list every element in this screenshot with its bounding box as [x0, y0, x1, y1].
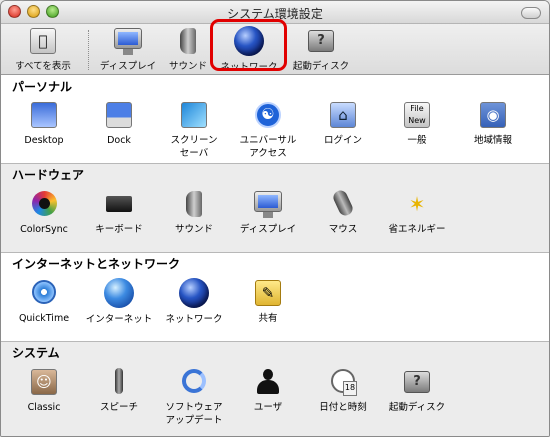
- toolbar-startup-disk[interactable]: ? 起動ディスク: [288, 25, 354, 72]
- toolbar-show-all-label: すべてを表示: [15, 61, 71, 72]
- pane-colorsync-label: ColorSync: [20, 224, 68, 235]
- sharing-folder-icon: ✎: [252, 277, 284, 309]
- pane-desktop-label: Desktop: [24, 135, 64, 146]
- pane-international-label: 地域情報: [473, 135, 512, 146]
- section-personal: パーソナル Desktop Dock スクリーンセーバ ☯ ユニバーサルアクセス…: [1, 75, 549, 163]
- pane-sound[interactable]: サウンド: [157, 188, 231, 236]
- toolbar-toggle-button[interactable]: [521, 7, 541, 19]
- pane-login-label: ログイン: [323, 135, 362, 146]
- pane-classic[interactable]: ☺ Classic: [7, 366, 81, 414]
- toolbar-sound[interactable]: サウンド: [163, 25, 213, 72]
- pane-general-label: 一般: [407, 135, 427, 146]
- section-title-hardware: ハードウェア: [12, 168, 85, 182]
- pane-software-update-label: ソフトウェアアップデート: [165, 402, 223, 426]
- date-time-icon: 18: [327, 366, 359, 398]
- pane-universal-access-label: ユニバーサルアクセス: [239, 135, 297, 159]
- toolbar-display-label: ディスプレイ: [99, 61, 157, 72]
- pane-internet[interactable]: インターネット: [82, 277, 156, 326]
- pane-startup-disk-label: 起動ディスク: [388, 402, 446, 413]
- section-hardware: ハードウェア ColorSync キーボード サウンド ディスプレイ マウス ✶…: [1, 163, 549, 252]
- pane-display[interactable]: ディスプレイ: [231, 188, 305, 236]
- display-icon: [252, 188, 284, 220]
- network-highlight-box: [210, 19, 287, 71]
- internet-globe-icon: [103, 278, 135, 310]
- pane-users-label: ユーザ: [253, 402, 283, 413]
- pane-screensaver-label: スクリーンセーバ: [170, 135, 218, 159]
- pane-network-label: ネットワーク: [165, 314, 223, 325]
- dock-icon: [103, 99, 135, 131]
- pane-dock[interactable]: Dock: [82, 99, 156, 147]
- startup-disk-icon: ?: [401, 366, 433, 398]
- preferences-content: パーソナル Desktop Dock スクリーンセーバ ☯ ユニバーサルアクセス…: [1, 75, 549, 436]
- desktop-icon: [28, 99, 60, 131]
- pane-desktop[interactable]: Desktop: [7, 99, 81, 147]
- toolbar-show-all[interactable]:  すべてを表示: [5, 25, 81, 72]
- pane-network[interactable]: ネットワーク: [157, 277, 231, 326]
- pane-keyboard[interactable]: キーボード: [82, 188, 156, 236]
- speech-mic-icon: [103, 366, 135, 398]
- pane-startup-disk[interactable]: ? 起動ディスク: [380, 366, 454, 414]
- section-title-internet-network: インターネットとネットワーク: [12, 257, 181, 271]
- pane-sharing[interactable]: ✎ 共有: [231, 277, 305, 325]
- section-title-personal: パーソナル: [12, 80, 73, 94]
- pane-speech[interactable]: スピーチ: [82, 366, 156, 414]
- pane-general[interactable]: File New 一般: [380, 99, 454, 147]
- toolbar-display[interactable]: ディスプレイ: [95, 25, 161, 72]
- network-globe-icon: [178, 278, 210, 310]
- pane-internet-label: インターネット: [85, 314, 153, 325]
- pane-sharing-label: 共有: [258, 313, 278, 324]
- pane-login[interactable]: ⌂ ログイン: [306, 99, 380, 147]
- pane-date-time-label: 日付と時刻: [319, 402, 367, 413]
- pane-dock-label: Dock: [107, 135, 131, 146]
- software-update-icon: [178, 366, 210, 398]
- pane-display-label: ディスプレイ: [239, 224, 297, 235]
- toolbar-startup-disk-label: 起動ディスク: [292, 61, 350, 72]
- pane-screensaver[interactable]: スクリーンセーバ: [157, 99, 231, 160]
- pane-international[interactable]: ◉ 地域情報: [456, 99, 530, 147]
- startup-disk-icon: ?: [305, 25, 337, 57]
- show-all-icon: : [27, 25, 59, 57]
- toolbar-separator: [88, 30, 89, 70]
- section-system: システム ☺ Classic スピーチ ソフトウェアアップデート ユーザ 18 …: [1, 341, 549, 436]
- pane-classic-label: Classic: [27, 402, 61, 413]
- pane-colorsync[interactable]: ColorSync: [7, 188, 81, 236]
- pane-speech-label: スピーチ: [99, 402, 138, 413]
- section-title-system: システム: [12, 346, 60, 360]
- energy-bulb-icon: ✶: [408, 192, 426, 216]
- pane-software-update[interactable]: ソフトウェアアップデート: [157, 366, 231, 427]
- pane-sound-label: サウンド: [174, 224, 213, 235]
- pane-mouse[interactable]: マウス: [306, 188, 380, 236]
- login-house-icon: ⌂: [327, 99, 359, 131]
- display-icon: [112, 25, 144, 57]
- pane-quicktime[interactable]: QuickTime: [7, 277, 81, 325]
- pane-keyboard-label: キーボード: [95, 224, 143, 235]
- classic-icon: ☺: [28, 366, 60, 398]
- screensaver-icon: [178, 99, 210, 131]
- pane-users[interactable]: ユーザ: [231, 366, 305, 414]
- international-flag-icon: ◉: [477, 99, 509, 131]
- colorsync-icon: [28, 188, 60, 220]
- pane-quicktime-label: QuickTime: [18, 313, 70, 324]
- sound-icon: [178, 188, 210, 220]
- system-preferences-window: システム環境設定  すべてを表示 ディスプレイ サウンド ネットワーク ? 起…: [0, 0, 550, 437]
- pane-date-time[interactable]: 18 日付と時刻: [306, 366, 380, 414]
- general-file-icon: File New: [401, 99, 433, 131]
- users-silhouette-icon: [252, 366, 284, 398]
- universal-access-icon: ☯: [252, 99, 284, 131]
- keyboard-icon: [103, 188, 135, 220]
- pane-energy-saver[interactable]: ✶ 省エネルギー: [380, 188, 454, 236]
- pane-universal-access[interactable]: ☯ ユニバーサルアクセス: [231, 99, 305, 160]
- mouse-icon: [327, 188, 359, 220]
- pane-energy-saver-label: 省エネルギー: [388, 224, 446, 235]
- sound-icon: [172, 25, 204, 57]
- toolbar-sound-label: サウンド: [168, 61, 207, 72]
- pane-mouse-label: マウス: [328, 224, 358, 235]
- section-internet-network: インターネットとネットワーク QuickTime インターネット ネットワーク …: [1, 252, 549, 341]
- quicktime-icon: [28, 277, 60, 309]
